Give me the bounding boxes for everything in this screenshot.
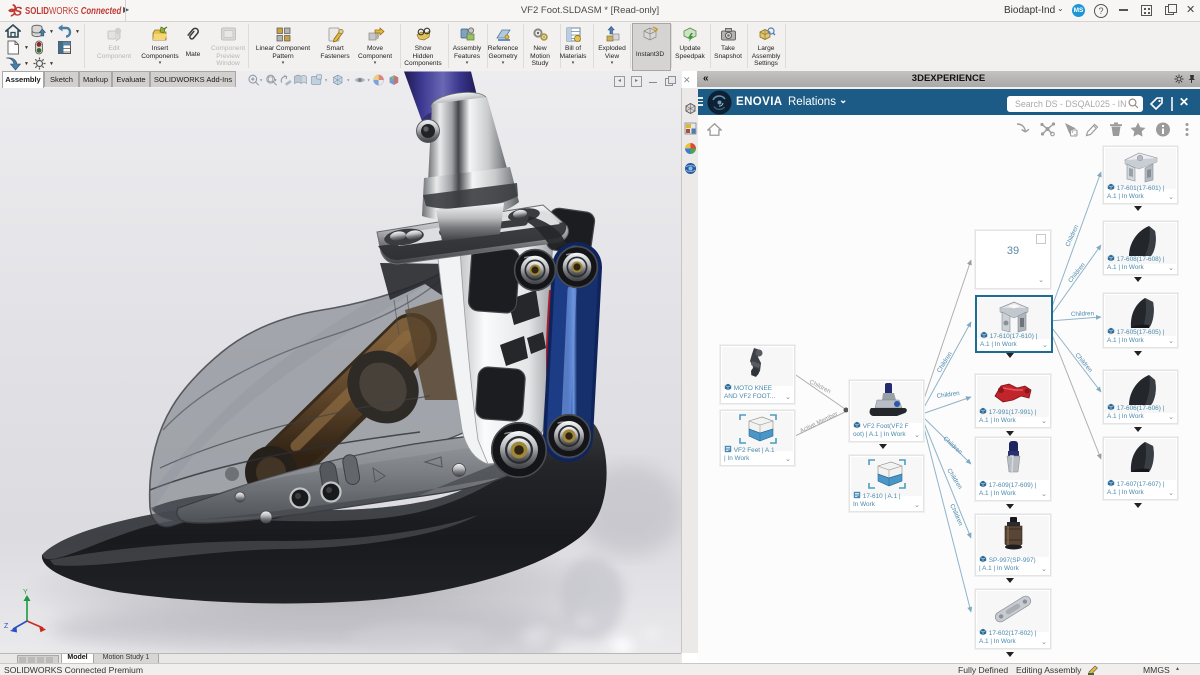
svg-text:Children: Children — [936, 390, 960, 400]
svg-text:Y: Y — [23, 589, 28, 596]
svg-text:Children: Children — [1071, 310, 1095, 318]
svg-text:▾: ▾ — [274, 78, 276, 83]
svg-text:▾: ▾ — [325, 78, 327, 83]
svg-text:S: S — [13, 5, 24, 19]
svg-text:▾: ▾ — [260, 78, 262, 83]
svg-text:▾: ▾ — [347, 78, 349, 83]
svg-text:Children: Children — [1067, 261, 1087, 284]
svg-text:▾: ▾ — [368, 78, 370, 83]
svg-text:Children: Children — [945, 467, 963, 491]
svg-text:Children: Children — [808, 379, 832, 396]
svg-text:Children: Children — [936, 350, 954, 374]
svg-text:Children: Children — [1073, 352, 1094, 375]
svg-text:Active Member: Active Member — [799, 410, 839, 434]
svg-text:Children: Children — [942, 435, 964, 456]
svg-text:Z: Z — [4, 623, 9, 630]
